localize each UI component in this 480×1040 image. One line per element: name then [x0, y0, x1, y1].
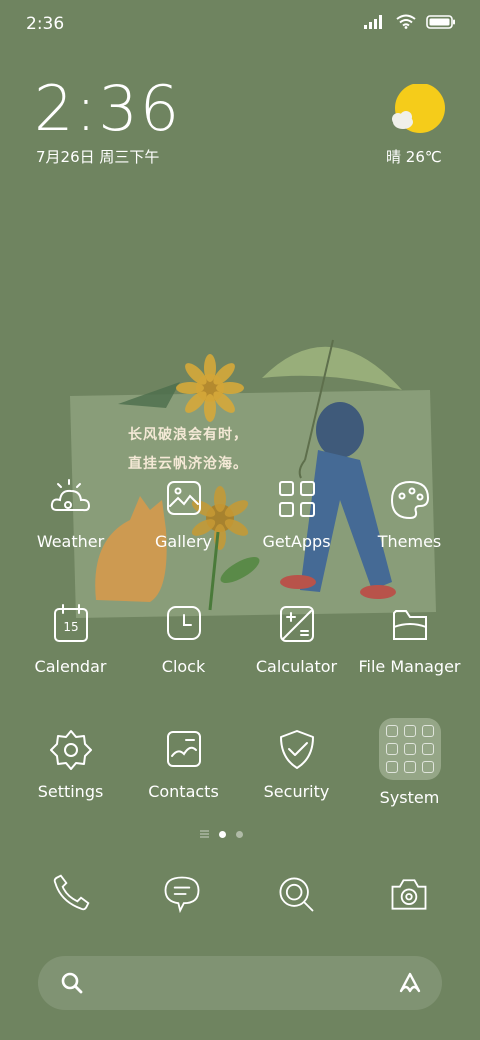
page-list-icon	[200, 830, 209, 838]
folder-icon	[392, 610, 427, 640]
app-weather[interactable]: Weather	[14, 476, 127, 551]
app-themes[interactable]: Themes	[353, 476, 466, 551]
app-label: Weather	[36, 532, 105, 551]
browser-search-icon[interactable]	[274, 872, 318, 916]
app-gallery[interactable]: Gallery	[127, 476, 240, 551]
app-calculator[interactable]: Calculator	[240, 601, 353, 676]
clock-icon	[166, 606, 201, 640]
page-dot	[236, 830, 243, 838]
phone-icon[interactable]	[48, 872, 92, 916]
gear-icon	[49, 730, 92, 770]
camera-icon[interactable]	[387, 872, 431, 916]
app-settings[interactable]: Settings	[14, 726, 127, 801]
weather-widget-text[interactable]: 晴 26℃	[386, 146, 442, 167]
signal-icon	[364, 14, 382, 29]
messages-icon[interactable]	[160, 872, 204, 916]
calendar-icon: 15	[53, 604, 88, 642]
app-label: Settings	[37, 782, 104, 801]
app-label: System	[379, 788, 440, 807]
app-label: File Manager	[358, 657, 461, 676]
app-label: Contacts	[148, 782, 219, 801]
weather-icon	[50, 479, 90, 512]
page-dot-active	[219, 830, 226, 838]
wifi-icon	[396, 14, 416, 29]
weather-condition: 晴	[386, 148, 402, 166]
app-label: Clock	[161, 657, 206, 676]
gallery-icon	[166, 481, 201, 515]
weather-temperature: 26℃	[405, 148, 442, 166]
calendar-day-number: 15	[63, 620, 78, 634]
status-time: 2:36	[26, 14, 65, 34]
page-indicator[interactable]	[200, 830, 243, 838]
themes-palette-icon	[390, 480, 429, 520]
app-label: GetApps	[262, 532, 331, 551]
status-icons	[364, 14, 456, 29]
app-contacts[interactable]: Contacts	[127, 726, 240, 801]
battery-icon	[426, 14, 455, 29]
app-calendar[interactable]: 15 Calendar	[14, 601, 127, 676]
assistant-logo-icon[interactable]	[396, 969, 424, 997]
clock-widget-date[interactable]: 7月26日 周三下午	[36, 146, 159, 167]
wallpaper-text-line2: 直挂云帆济沧海。	[128, 456, 248, 472]
app-clock[interactable]: Clock	[127, 601, 240, 676]
sunny-weather-icon[interactable]	[386, 84, 446, 138]
search-icon	[61, 972, 83, 994]
app-label: Security	[263, 782, 330, 801]
app-security[interactable]: Security	[240, 726, 353, 801]
search-bar[interactable]	[38, 956, 442, 1010]
app-folder-system[interactable]: System	[353, 718, 466, 807]
calculator-icon	[279, 606, 314, 642]
folder-preview	[378, 718, 441, 780]
getapps-icon	[278, 481, 315, 517]
shield-icon	[279, 730, 314, 769]
contacts-icon	[166, 731, 201, 767]
app-label: Calendar	[34, 657, 107, 676]
app-file-manager[interactable]: File Manager	[353, 601, 466, 676]
app-label: Themes	[377, 532, 442, 551]
app-getapps[interactable]: GetApps	[240, 476, 353, 551]
app-label: Calculator	[255, 657, 338, 676]
app-label: Gallery	[155, 532, 212, 551]
clock-widget-time[interactable]: 2:36	[34, 72, 181, 145]
wallpaper-text-line1: 长风破浪会有时，	[128, 427, 248, 443]
